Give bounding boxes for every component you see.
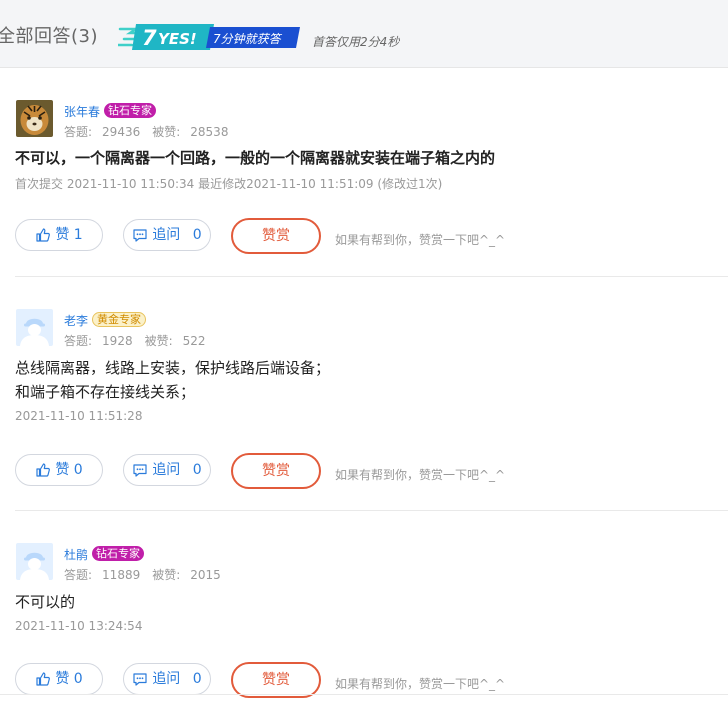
reward-button[interactable]: 赞赏: [231, 453, 321, 489]
ask-label: 追问: [152, 671, 181, 687]
user-stats: 答题: 11889 被赞: 2015: [64, 566, 233, 583]
ask-label: 追问: [152, 227, 181, 243]
like-button[interactable]: 赞 0: [15, 663, 103, 695]
answers-label: 答题:: [64, 334, 93, 348]
content-line: 不可以，一个隔离器一个回路，一般的一个隔离器就安装在端子箱之内的: [15, 149, 496, 167]
user-name[interactable]: 杜鹃: [64, 546, 88, 563]
answers-label: 答题:: [64, 125, 93, 139]
badge-text: 7分钟就获答: [213, 32, 283, 46]
default-worker-avatar-icon: [16, 543, 53, 580]
answer-content: 不可以，一个隔离器一个回路，一般的一个隔离器就安装在端子箱之内的: [15, 146, 495, 170]
tiger-avatar-icon: [16, 100, 53, 137]
divider: [0, 694, 728, 695]
answers-count: 11889: [102, 568, 141, 582]
content-line: 不可以的: [15, 593, 76, 611]
reward-button[interactable]: 赞赏: [231, 218, 321, 254]
comment-icon: [133, 229, 147, 242]
follow-up-button[interactable]: 追问 0: [123, 454, 211, 486]
fast-answer-badge: 7 YES! 7分钟就获答: [118, 24, 300, 50]
user-name[interactable]: 老李: [64, 312, 88, 329]
like-button[interactable]: 赞 0: [15, 454, 103, 486]
answers-label: 答题:: [64, 568, 93, 582]
thumb-up-icon: [36, 672, 51, 686]
divider: [15, 510, 728, 511]
ask-count: 0: [192, 671, 202, 687]
user-avatar[interactable]: [16, 100, 53, 137]
user-name[interactable]: 张年春: [64, 103, 100, 120]
answers-count: 1928: [102, 334, 133, 348]
liked-count: 28538: [190, 125, 229, 139]
follow-up-button[interactable]: 追问 0: [123, 663, 211, 695]
answer-meta: 2021-11-10 11:51:28: [15, 409, 143, 423]
content-line: 和端子箱不存在接线关系；: [15, 383, 196, 401]
thumb-up-icon: [36, 228, 51, 242]
reward-button[interactable]: 赞赏: [231, 662, 321, 698]
content-line: 总线隔离器，线路上安装，保护线路后端设备；: [15, 359, 331, 377]
badge-yes: YES!: [158, 30, 197, 48]
comment-icon: [133, 464, 147, 477]
answer-meta: 首次提交 2021-11-10 11:50:34 最近修改2021-11-10 …: [15, 177, 443, 191]
default-worker-avatar-icon: [16, 309, 53, 346]
ask-count: 0: [192, 227, 202, 243]
comment-icon: [133, 673, 147, 686]
answer-content: 不可以的: [15, 590, 75, 614]
divider: [15, 276, 728, 277]
ask-count: 0: [192, 462, 202, 478]
first-answer-note: 首答仅用2分4秒: [312, 35, 400, 49]
like-label: 赞 0: [55, 462, 83, 478]
thumb-up-icon: [36, 463, 51, 477]
level-tag: 钻石专家: [92, 546, 144, 561]
ask-label: 追问: [152, 462, 181, 478]
level-tag: 钻石专家: [104, 103, 156, 118]
liked-count: 522: [182, 334, 206, 348]
reward-hint: 如果有帮到你，赞赏一下吧^_^: [335, 677, 506, 691]
like-button[interactable]: 赞 1: [15, 219, 103, 251]
user-avatar[interactable]: [16, 543, 53, 580]
liked-label: 被赞:: [152, 125, 181, 139]
liked-label: 被赞:: [144, 334, 173, 348]
like-label: 赞 0: [55, 671, 83, 687]
answer-content: 总线隔离器，线路上安装，保护线路后端设备； 和端子箱不存在接线关系；: [15, 356, 330, 404]
like-label: 赞 1: [55, 227, 83, 243]
user-stats: 答题: 1928 被赞: 522: [64, 332, 218, 349]
answer-meta: 2021-11-10 13:24:54: [15, 619, 143, 633]
all-answers-title: 全部回答(3): [0, 26, 98, 47]
liked-label: 被赞:: [152, 568, 181, 582]
follow-up-button[interactable]: 追问 0: [123, 219, 211, 251]
liked-count: 2015: [190, 568, 221, 582]
answers-count: 29436: [102, 125, 141, 139]
answers-header: 全部回答(3) 7 YES! 7分钟就获答 首答仅用2分4秒: [0, 0, 728, 68]
user-avatar[interactable]: [16, 309, 53, 346]
reward-hint: 如果有帮到你，赞赏一下吧^_^: [335, 233, 506, 247]
user-stats: 答题: 29436 被赞: 28538: [64, 123, 240, 140]
badge-number: 7: [142, 26, 157, 50]
reward-hint: 如果有帮到你，赞赏一下吧^_^: [335, 468, 506, 482]
level-tag: 黄金专家: [92, 312, 146, 327]
